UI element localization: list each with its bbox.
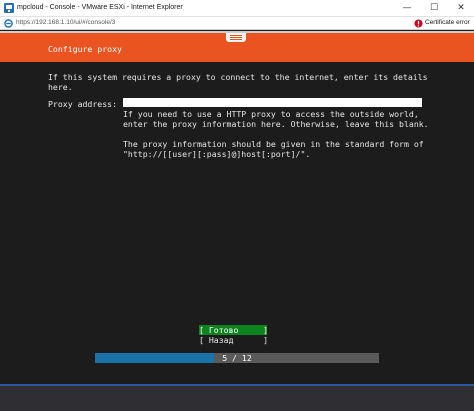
minimize-button[interactable]: — [394,0,420,17]
app-icon [4,3,14,13]
progress-text: 5 / 12 [222,353,252,363]
proxy-address-label: Proxy address: [48,99,118,109]
browser-window: mpcloud - Console - VMware ESXi - Intern… [0,0,474,411]
console-screen[interactable]: Configure proxy If this system requires … [0,31,474,411]
proxy-help-text: If you need to use a HTTP proxy to acces… [123,109,429,159]
close-button[interactable]: ✕ [448,0,474,17]
intro-text: If this system requires a proxy to conne… [48,72,428,92]
window-title: mpcloud - Console - VMware ESXi - Intern… [17,4,183,11]
bottom-band-edge [0,384,474,386]
title-bar: mpcloud - Console - VMware ESXi - Intern… [0,0,474,17]
screen-title: Configure proxy [48,44,122,54]
url-field[interactable]: https://192.168.1.10/ui/#/console/3 [16,19,115,26]
certificate-error-label[interactable]: Certificate error [425,19,470,26]
done-button[interactable]: [ Готово ] [199,325,268,335]
progress-bar: 5 / 12 [95,353,379,363]
maximize-button[interactable]: ☐ [421,0,447,17]
installer-header: Configure proxy [0,33,474,62]
proxy-address-input[interactable] [123,98,422,107]
back-button[interactable]: [ Назад ] [199,335,268,345]
address-bar: https://192.168.1.10/ui/#/console/3 Cert… [0,17,474,30]
cert-warning-icon[interactable] [414,19,423,28]
menu-icon[interactable] [226,33,246,42]
ie-icon [4,19,13,28]
console-bottom-band [0,384,474,411]
